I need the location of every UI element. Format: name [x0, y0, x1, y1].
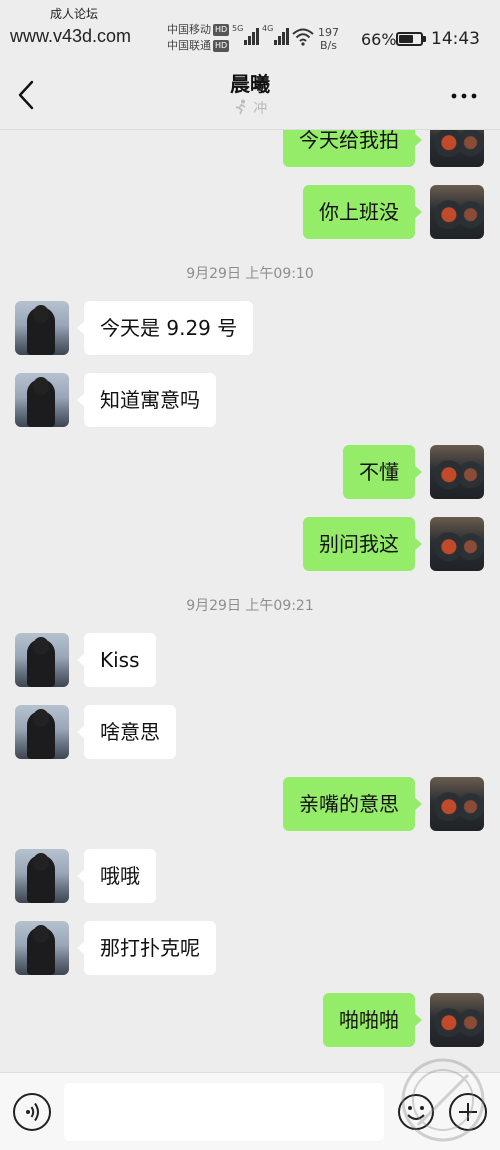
- sent-message: 你上班没: [0, 185, 500, 239]
- signal-icon: 5G: [232, 24, 260, 50]
- contact-avatar[interactable]: [15, 633, 69, 687]
- avatar-figure: [27, 853, 55, 903]
- avatar-figure: [27, 377, 55, 427]
- message-bubble[interactable]: 不懂: [343, 445, 422, 499]
- battery-icon: [396, 32, 426, 46]
- plus-icon: [459, 1103, 477, 1121]
- battery-percent: 66%: [361, 30, 397, 49]
- avatar-figure: [27, 305, 55, 355]
- avatar-figure: [27, 925, 55, 975]
- sent-message: 不懂: [0, 445, 500, 499]
- message-bubble[interactable]: 今天给我拍: [283, 130, 422, 167]
- watermark-text: 成人论坛: [50, 7, 99, 21]
- runner-icon: [235, 99, 246, 115]
- my-avatar[interactable]: [430, 185, 484, 239]
- sent-message: 今天给我拍: [0, 130, 500, 167]
- emoji-button[interactable]: [397, 1093, 435, 1131]
- message-bubble[interactable]: 哦哦: [77, 849, 156, 903]
- message-bubble[interactable]: 你上班没: [303, 185, 422, 239]
- carrier-1-label: 中国移动: [167, 23, 211, 36]
- carrier-1: 中国移动 HD: [167, 23, 230, 36]
- contact-status: 冲: [0, 98, 500, 118]
- message-bubble[interactable]: 啪啪啪: [323, 993, 422, 1047]
- more-functions-button[interactable]: [449, 1093, 487, 1131]
- sent-message: 别问我这: [0, 517, 500, 571]
- hd-badge: HD: [213, 40, 230, 52]
- my-avatar[interactable]: [430, 517, 484, 571]
- received-message: 那打扑克呢: [0, 921, 500, 975]
- sent-message: 亲嘴的意思: [0, 777, 500, 831]
- message-bubble[interactable]: Kiss: [77, 633, 156, 687]
- signal-icon: 4G: [262, 24, 290, 50]
- message-input[interactable]: [64, 1083, 384, 1141]
- watermark-url: www.v43d.com: [10, 26, 132, 46]
- more-dots-icon: [451, 93, 477, 99]
- received-message: 今天是 9.29 号: [0, 301, 500, 355]
- message-bubble[interactable]: 今天是 9.29 号: [76, 301, 254, 355]
- contact-avatar[interactable]: [15, 921, 69, 975]
- my-avatar[interactable]: [430, 445, 484, 499]
- message-bubble[interactable]: 那打扑克呢: [77, 921, 216, 975]
- avatar-figure: [27, 709, 55, 759]
- carrier-2: 中国联通 HD: [167, 39, 230, 52]
- timestamp: 9月29日 上午09:21: [186, 598, 314, 614]
- page-title: 晨曦: [230, 72, 270, 96]
- my-avatar[interactable]: [430, 777, 484, 831]
- more-button[interactable]: [450, 86, 478, 106]
- message-bubble[interactable]: 啥意思: [77, 705, 176, 759]
- received-message: Kiss: [0, 633, 500, 687]
- avatar-figure: [27, 637, 55, 687]
- network-speed-unit: B/s: [320, 39, 337, 52]
- signal-tag: 4G: [262, 24, 274, 33]
- status-bar: 成人论坛 www.v43d.com 中国移动 HD 中国联通 HD 5G 4G 19…: [0, 0, 500, 60]
- hd-badge: HD: [213, 24, 230, 36]
- contact-avatar[interactable]: [15, 301, 69, 355]
- voice-icon: [26, 1102, 39, 1122]
- wifi-icon: [292, 28, 314, 50]
- received-message: 知道寓意吗: [0, 373, 500, 427]
- message-bubble[interactable]: 亲嘴的意思: [283, 777, 422, 831]
- chat-header: 晨曦 冲: [0, 60, 500, 130]
- contact-avatar[interactable]: [15, 373, 69, 427]
- contact-status-label: 冲: [253, 101, 268, 117]
- message-list[interactable]: 今天给我拍你上班没 9月29日 上午09:10 今天是 9.29 号知道寓意吗不懂别…: [0, 130, 500, 1072]
- my-avatar[interactable]: [430, 130, 484, 167]
- my-avatar[interactable]: [430, 993, 484, 1047]
- timestamp: 9月29日 上午09:10: [186, 266, 314, 282]
- carrier-2-label: 中国联通: [167, 39, 211, 52]
- network-speed-value: 197: [318, 26, 339, 39]
- message-bubble[interactable]: 知道寓意吗: [77, 373, 216, 427]
- received-message: 啥意思: [0, 705, 500, 759]
- voice-button[interactable]: [13, 1093, 51, 1131]
- message-bubble[interactable]: 别问我这: [303, 517, 422, 571]
- contact-avatar[interactable]: [15, 705, 69, 759]
- input-toolbar: [0, 1072, 500, 1150]
- battery-fill: [399, 35, 413, 43]
- received-message: 哦哦: [0, 849, 500, 903]
- emoji-icon: [398, 1094, 434, 1130]
- clock: 14:43: [431, 29, 480, 49]
- sent-message: 啪啪啪: [0, 993, 500, 1047]
- contact-avatar[interactable]: [15, 849, 69, 903]
- network-speed: 197 B/s: [318, 26, 339, 52]
- signal-tag: 5G: [232, 24, 244, 33]
